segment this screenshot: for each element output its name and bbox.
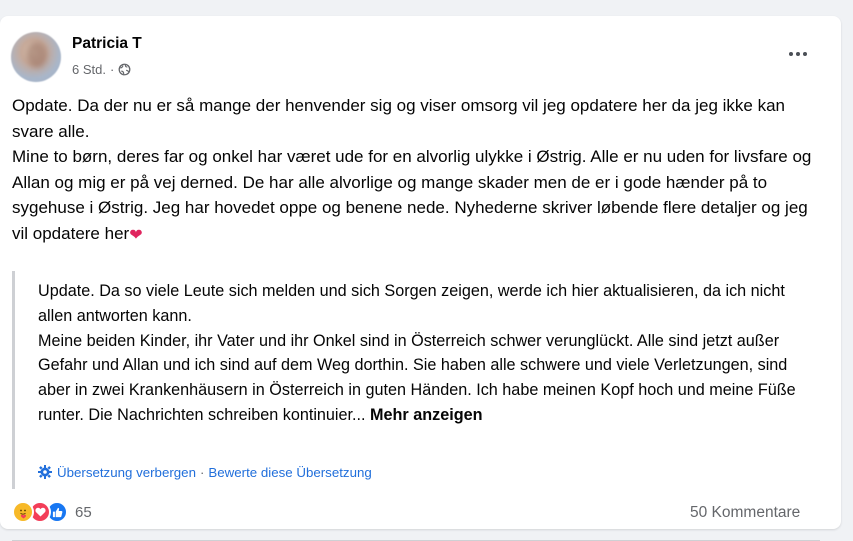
more-dots-icon [787,52,809,56]
post-time[interactable]: 6 Std. [72,62,106,77]
more-options-button[interactable] [780,39,816,69]
hide-translation-link[interactable]: Übersetzung verbergen [57,465,196,480]
see-more-link[interactable]: Mehr anzeigen [370,406,482,424]
post-paragraph: Opdate. Da der nu er så mange der henven… [12,96,786,141]
post-paragraph: Mine to børn, deres far og onkel har vær… [12,147,812,244]
reaction-summary[interactable]: 65 [12,501,92,523]
link-separator: · [199,464,205,480]
post-text: Opdate. Da der nu er så mange der henven… [12,93,824,247]
gear-icon[interactable] [37,464,53,480]
globe-icon[interactable] [118,63,131,76]
reaction-count[interactable]: 65 [75,504,92,521]
post-card: Patricia T 6 Std. · Opdate. Da der nu er… [0,16,841,541]
comments-count[interactable]: 50 Kommentare [690,504,800,522]
translation-block: Update. Da so viele Leute sich melden un… [12,271,827,489]
author-name[interactable]: Patricia T [72,35,142,53]
translation-paragraph: Update. Da so viele Leute sich melden un… [38,282,785,325]
translation-text: Update. Da so viele Leute sich melden un… [38,279,818,428]
translation-paragraph: Meine beiden Kinder, ihr Vater und ihr O… [38,331,796,424]
care-reaction-icon [12,501,34,523]
avatar[interactable] [11,32,61,82]
translation-links: Übersetzung verbergen · Bewerte diese Üb… [37,464,372,480]
name-redaction [146,36,174,52]
meta-separator: · [109,62,115,77]
heart-emoji: ❤ [129,226,143,244]
rate-translation-link[interactable]: Bewerte diese Übersetzung [208,465,371,480]
post-meta: 6 Std. · [72,62,131,77]
